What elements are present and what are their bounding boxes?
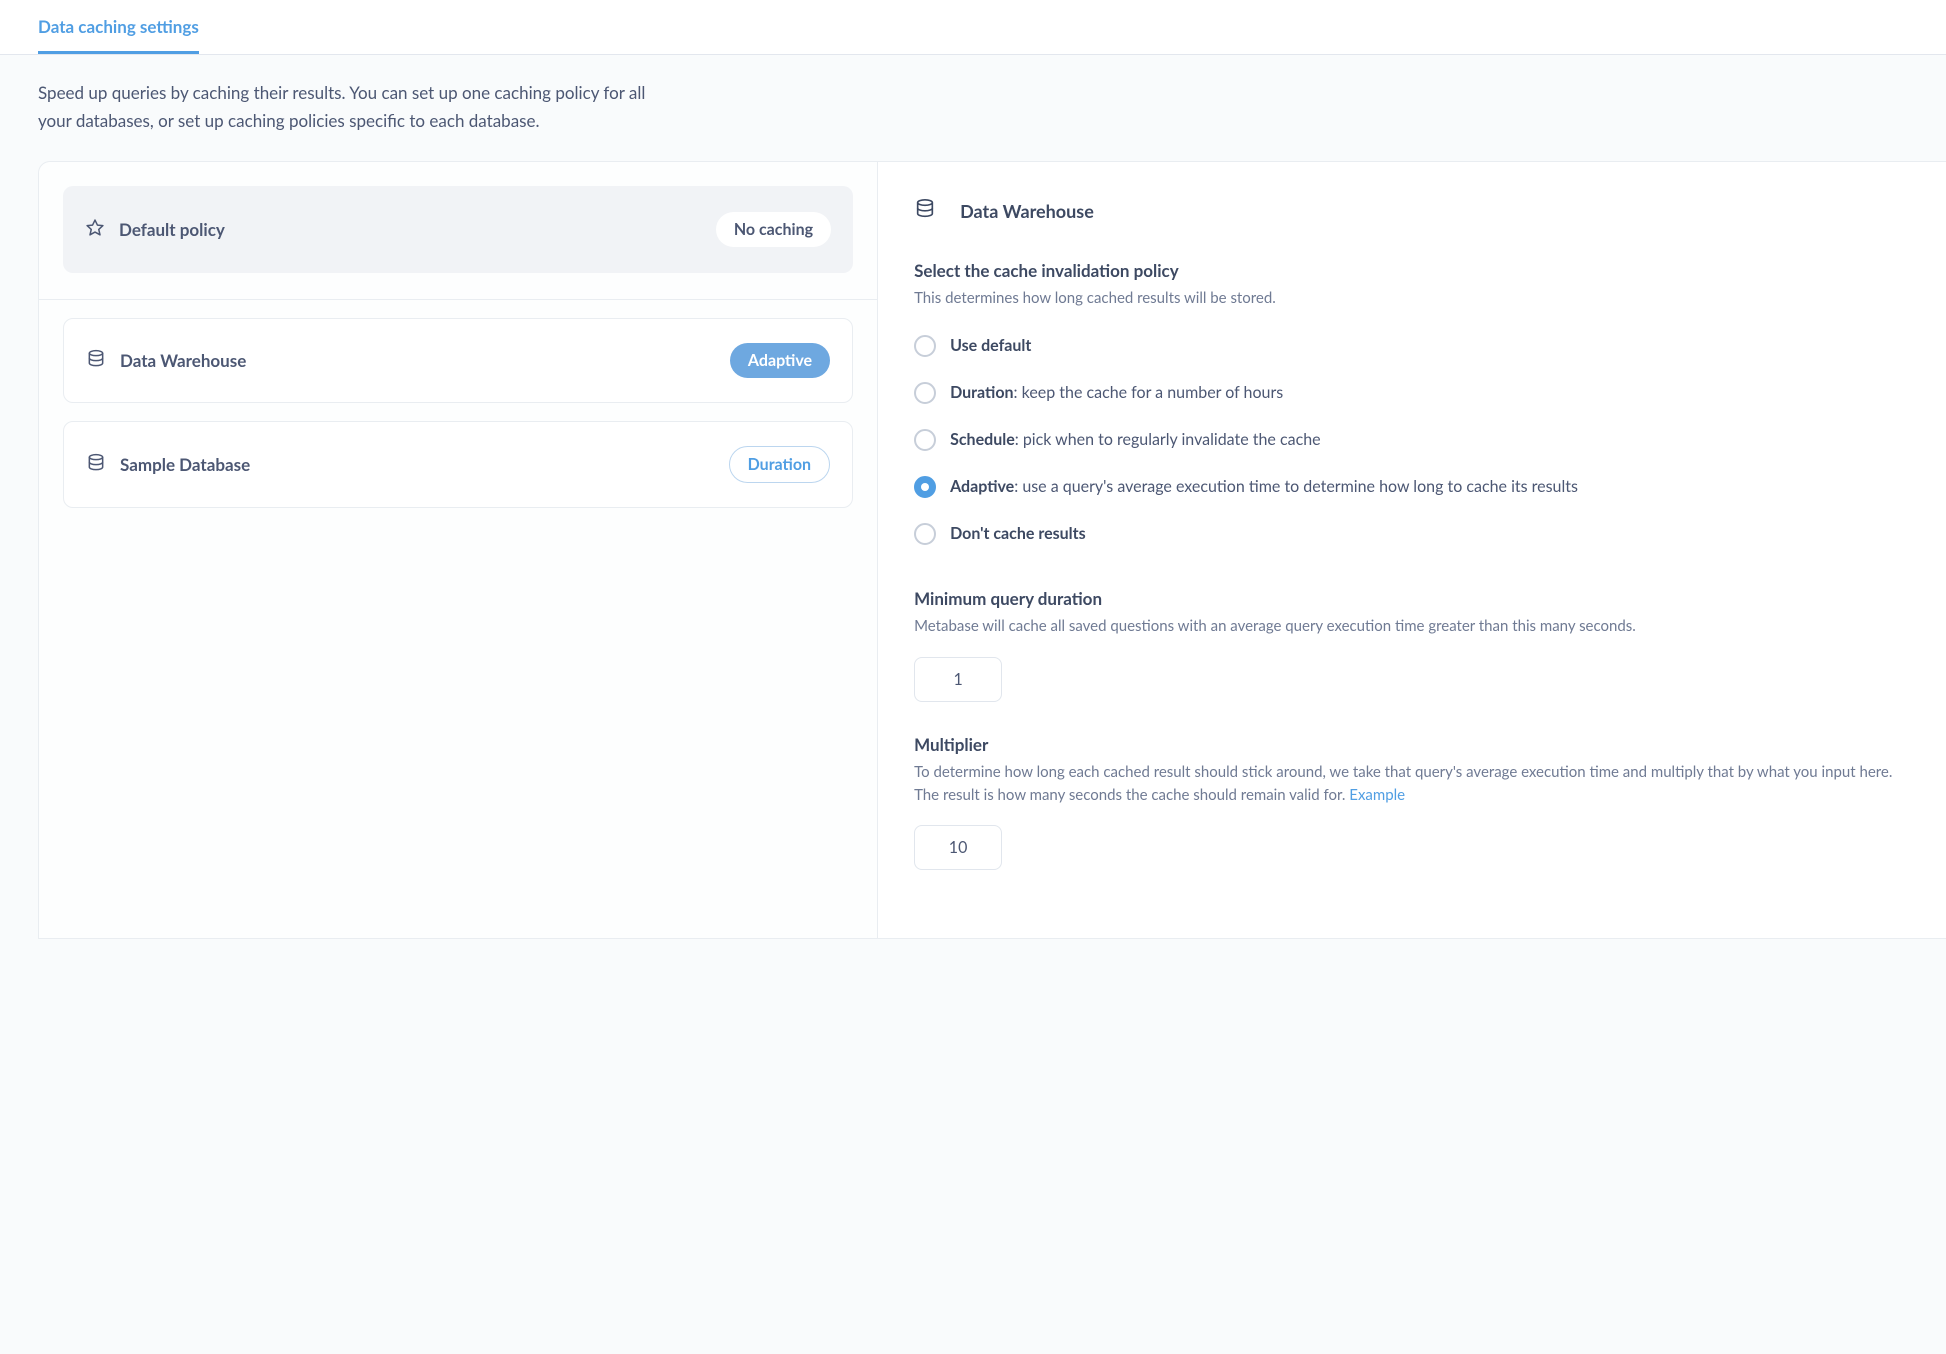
db-card-sample-database[interactable]: Sample Database Duration <box>63 421 853 508</box>
content-pane: Default policy No caching Data Warehouse… <box>38 161 1946 939</box>
database-icon <box>86 453 106 477</box>
default-policy-label: Default policy <box>119 219 225 240</box>
divider <box>39 299 877 300</box>
radio-schedule[interactable]: Schedule: pick when to regularly invalid… <box>914 422 1910 459</box>
default-policy-card[interactable]: Default policy No caching <box>63 186 853 273</box>
right-column: Data Warehouse Select the cache invalida… <box>878 162 1946 938</box>
multiplier-heading: Multiplier <box>914 734 1910 755</box>
left-column: Default policy No caching Data Warehouse… <box>39 162 878 938</box>
multiplier-desc: To determine how long each cached result… <box>914 761 1910 808</box>
detail-header: Data Warehouse <box>914 198 1910 224</box>
tab-bar: Data caching settings <box>0 0 1946 55</box>
radio-circle <box>914 523 936 545</box>
radio-duration[interactable]: Duration: keep the cache for a number of… <box>914 375 1910 412</box>
radio-use-default[interactable]: Use default <box>914 328 1910 365</box>
star-icon <box>85 218 105 242</box>
min-duration-block: Minimum query duration Metabase will cac… <box>914 588 1910 701</box>
db-name: Data Warehouse <box>120 350 246 371</box>
radio-circle <box>914 429 936 451</box>
example-link[interactable]: Example <box>1349 786 1405 804</box>
default-policy-badge: No caching <box>716 212 831 247</box>
radio-adaptive[interactable]: Adaptive: use a query's average executio… <box>914 469 1910 506</box>
detail-title: Data Warehouse <box>960 200 1094 222</box>
db-card-data-warehouse[interactable]: Data Warehouse Adaptive <box>63 318 853 403</box>
multiplier-block: Multiplier To determine how long each ca… <box>914 734 1910 871</box>
min-duration-heading: Minimum query duration <box>914 588 1910 609</box>
radio-circle <box>914 335 936 357</box>
database-icon <box>914 198 936 224</box>
db-badge: Duration <box>729 446 830 483</box>
min-duration-input[interactable] <box>914 657 1002 702</box>
multiplier-input[interactable] <box>914 825 1002 870</box>
policy-heading: Select the cache invalidation policy <box>914 260 1910 281</box>
tab-data-caching[interactable]: Data caching settings <box>38 0 199 54</box>
radio-nocache[interactable]: Don't cache results <box>914 516 1910 553</box>
db-badge: Adaptive <box>730 343 830 378</box>
min-duration-desc: Metabase will cache all saved questions … <box>914 615 1910 638</box>
radio-circle-selected <box>914 476 936 498</box>
intro-text: Speed up queries by caching their result… <box>0 55 720 161</box>
db-name: Sample Database <box>120 454 250 475</box>
policy-sub: This determines how long cached results … <box>914 287 1910 310</box>
radio-circle <box>914 382 936 404</box>
database-icon <box>86 349 106 373</box>
policy-radio-group: Use default Duration: keep the cache for… <box>914 328 1910 552</box>
